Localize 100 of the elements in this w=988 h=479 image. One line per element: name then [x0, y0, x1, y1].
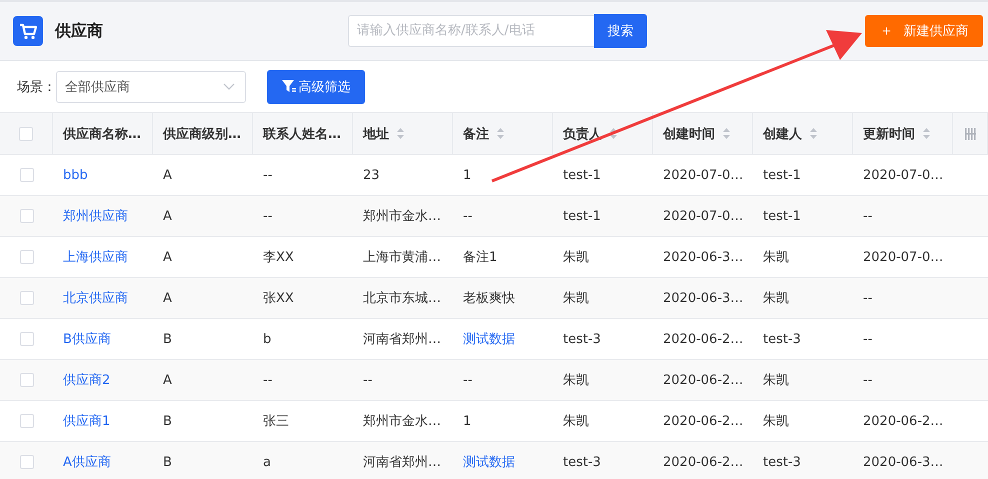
table-cell-text: 河南省郑州… — [363, 454, 441, 471]
cart-icon — [13, 16, 43, 46]
table-cell: a — [263, 454, 271, 470]
column-header: 供应商级别… — [163, 126, 241, 142]
table-cell: test-3 — [763, 332, 801, 346]
table-cell: A — [163, 168, 172, 182]
table-cell: A — [163, 208, 172, 224]
table-cell: A — [163, 372, 172, 388]
table-cell: test-3 — [563, 454, 601, 470]
table-cell: B — [163, 414, 172, 428]
remark-link[interactable]: 测试数据 — [463, 330, 515, 348]
supplier-link[interactable]: 供应商1 — [63, 412, 110, 430]
table-cell: test-1 — [763, 168, 801, 182]
search-field[interactable]: 请输入供应商名称/联系人/电话 — [348, 14, 594, 46]
supplier-link[interactable]: 供应商2 — [63, 371, 110, 389]
table-cell: -- — [363, 372, 372, 388]
table-cell-text: 李XX — [263, 249, 294, 266]
table-cell-text: 老板爽快 — [463, 290, 515, 307]
scene-dropdown[interactable]: 全部供应商 — [56, 70, 246, 102]
table-cell: -- — [263, 372, 272, 388]
table-cell: test-3 — [763, 454, 801, 470]
table-cell-text: 郑州市金水… — [363, 413, 441, 430]
table-cell: 23 — [363, 168, 380, 182]
column-header: 创建时间 — [663, 126, 715, 142]
table-cell: 2020-06-3… — [663, 250, 744, 264]
advanced-filter-button[interactable]: 高级筛选 — [267, 70, 365, 104]
row-checkbox[interactable] — [20, 455, 34, 469]
table-cell: 2020-06-2… — [663, 372, 744, 388]
table-cell: b — [263, 332, 272, 346]
table-cell: 1 — [463, 414, 472, 428]
table-cell-text: 朱凯 — [763, 249, 789, 266]
table-cell: 1 — [463, 168, 472, 182]
row-checkbox[interactable] — [20, 291, 34, 305]
table-cell: -- — [863, 372, 872, 388]
sort-icon[interactable] — [923, 128, 930, 139]
row-checkbox[interactable] — [20, 373, 34, 387]
column-header: 地址 — [363, 126, 389, 142]
select-all-checkbox[interactable] — [19, 126, 33, 140]
chevron-down-icon — [223, 82, 235, 90]
table-cell: 2020-07-0… — [863, 168, 944, 182]
supplier-link[interactable]: B供应商 — [63, 330, 111, 348]
column-header: 供应商名称… — [63, 126, 141, 142]
table-cell-text: 张三 — [263, 413, 289, 430]
new-supplier-button[interactable]: ＋ 新建供应商 — [865, 15, 983, 47]
table-cell-text: 朱凯 — [563, 249, 589, 266]
table-cell: A — [163, 290, 172, 306]
table-cell: -- — [463, 372, 472, 388]
table-cell: 2020-07-0… — [863, 250, 944, 264]
column-header: 创建人 — [763, 126, 802, 142]
table-cell: A — [163, 250, 172, 264]
table-cell: 2020-06-2… — [663, 454, 744, 470]
sort-icon[interactable] — [497, 128, 504, 139]
sort-icon[interactable] — [723, 128, 730, 139]
table-cell: test-1 — [563, 208, 601, 224]
column-header: 更新时间 — [863, 126, 915, 142]
scene-label: 场景： — [17, 78, 56, 96]
table-cell: -- — [263, 208, 272, 224]
table-cell: test-1 — [563, 168, 601, 182]
table-cell: -- — [863, 332, 872, 346]
table-cell-text: 朱凯 — [563, 290, 589, 307]
sort-icon[interactable] — [397, 128, 404, 139]
table-cell: 2020-06-2… — [663, 414, 744, 428]
supplier-link[interactable]: 郑州供应商 — [63, 207, 128, 225]
table-cell: 2020-07-0… — [663, 168, 744, 182]
table-cell-text: 郑州市金水… — [363, 208, 441, 225]
sort-icon[interactable] — [810, 128, 817, 139]
supplier-link[interactable]: A供应商 — [63, 453, 111, 471]
row-checkbox[interactable] — [20, 332, 34, 346]
remark-link[interactable]: 测试数据 — [463, 453, 515, 471]
table-cell-text: 朱凯 — [763, 372, 789, 389]
table-cell: -- — [863, 208, 872, 224]
search-button[interactable]: 搜索 — [594, 14, 647, 48]
table-cell: test-1 — [763, 208, 801, 224]
table-cell: -- — [463, 208, 472, 224]
row-checkbox[interactable] — [20, 250, 34, 264]
supplier-link[interactable]: 上海供应商 — [63, 248, 128, 266]
supplier-link[interactable]: 北京供应商 — [63, 289, 128, 307]
table-cell: -- — [263, 168, 272, 182]
row-checkbox[interactable] — [20, 209, 34, 223]
column-settings-icon[interactable] — [964, 128, 976, 140]
table-cell-text: 朱凯 — [563, 372, 589, 389]
table-cell-text: 朱凯 — [563, 413, 589, 430]
column-header: 联系人姓名… — [263, 126, 341, 142]
table-cell: 2020-06-3… — [663, 290, 744, 306]
table-cell-text: 上海市黄浦… — [363, 249, 441, 266]
table-cell: 2020-06-2… — [663, 332, 744, 346]
table-cell: B — [163, 454, 172, 470]
row-checkbox[interactable] — [20, 168, 34, 182]
table-cell-text: 备注1 — [463, 249, 498, 266]
sort-icon[interactable] — [610, 128, 617, 139]
supplier-link[interactable]: bbb — [63, 168, 88, 182]
table-cell: B — [163, 332, 172, 346]
row-checkbox[interactable] — [20, 414, 34, 428]
table-cell-text: 张XX — [263, 290, 294, 307]
table-cell: test-3 — [563, 332, 601, 346]
table-cell-text: 北京市东城… — [363, 290, 441, 307]
table-cell: 2020-07-0… — [663, 208, 744, 224]
table-cell: -- — [863, 290, 872, 306]
table-cell-text: 朱凯 — [763, 413, 789, 430]
page-title: 供应商 — [55, 20, 103, 42]
